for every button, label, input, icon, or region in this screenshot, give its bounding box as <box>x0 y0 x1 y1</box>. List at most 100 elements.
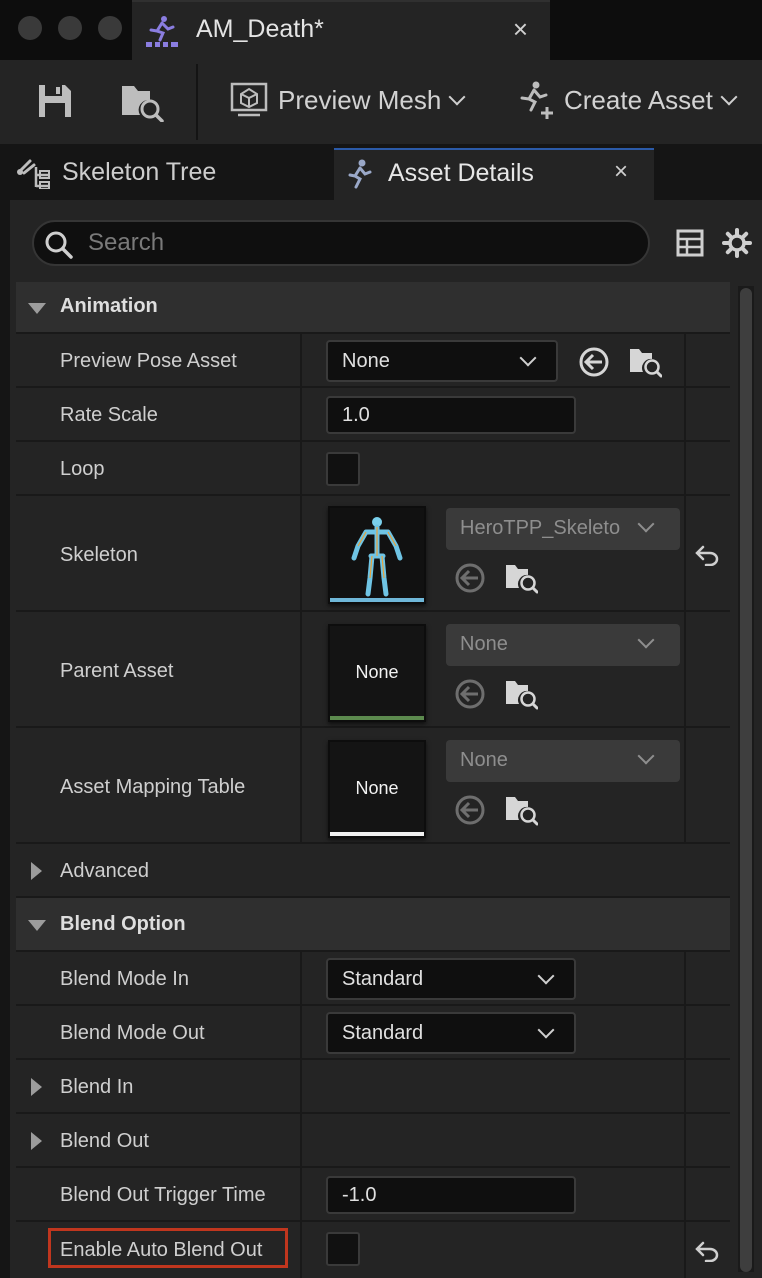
search-icon <box>45 231 73 259</box>
window-minimize-dot[interactable] <box>58 16 82 40</box>
property-row: Asset Mapping Table None None <box>16 728 730 844</box>
expand-arrow-icon <box>31 1078 42 1096</box>
tab-asset-details-label: Asset Details <box>388 159 534 187</box>
tab-skeleton-tree-label: Skeleton Tree <box>62 157 217 186</box>
browse-asset-icon[interactable] <box>504 676 538 710</box>
chevron-down-icon <box>637 515 655 533</box>
create-asset-label: Create Asset <box>564 84 713 115</box>
highlight-box <box>48 1228 288 1268</box>
browse-asset-icon[interactable] <box>504 792 538 826</box>
blend-mode-out-label: Blend Mode Out <box>60 1022 205 1044</box>
asset-mapping-table-label: Asset Mapping Table <box>60 776 246 798</box>
property-row: Preview Pose Asset None <box>16 334 730 388</box>
chevron-down-icon <box>637 631 655 649</box>
asset-mapping-table-value: None <box>460 749 508 771</box>
property-row: Blend Mode Out Standard <box>16 1006 730 1060</box>
collapse-arrow-icon <box>28 303 46 314</box>
window-titlebar: AM_Death* × <box>0 0 762 60</box>
settings-gear-icon[interactable] <box>722 228 752 258</box>
category-animation[interactable]: Animation <box>16 282 730 334</box>
skeleton-combo[interactable]: HeroTPP_Skeleto <box>446 508 680 550</box>
chevron-down-icon <box>448 88 466 106</box>
property-row: Blend Out Trigger Time -1.0 <box>16 1168 730 1222</box>
reset-to-default-icon[interactable] <box>694 1240 720 1262</box>
category-animation-label: Animation <box>60 295 158 317</box>
preview-pose-asset-combo[interactable]: None <box>326 340 558 382</box>
document-tab[interactable]: AM_Death* × <box>132 0 550 60</box>
use-selected-asset-icon <box>455 795 485 825</box>
asset-mapping-table-thumbnail[interactable]: None <box>328 740 426 838</box>
preview-pose-asset-label: Preview Pose Asset <box>60 350 237 372</box>
property-row: Parent Asset None None <box>16 612 730 728</box>
section-blend-in[interactable]: Blend In <box>16 1060 730 1114</box>
use-selected-asset-icon <box>455 679 485 709</box>
section-advanced[interactable]: Advanced <box>16 844 730 898</box>
create-asset-icon <box>520 81 553 119</box>
asset-details-icon <box>348 159 372 189</box>
chevron-down-icon <box>537 967 555 985</box>
blend-mode-out-combo[interactable]: Standard <box>326 1012 576 1054</box>
blend-mode-in-combo[interactable]: Standard <box>326 958 576 1000</box>
search-input[interactable]: Search <box>32 220 650 266</box>
tab-skeleton-tree[interactable]: Skeleton Tree <box>16 144 216 200</box>
blend-mode-in-value: Standard <box>342 968 424 990</box>
collapse-arrow-icon <box>28 920 46 931</box>
blend-out-trigger-time-field[interactable]: -1.0 <box>326 1176 576 1214</box>
close-icon[interactable]: × <box>614 158 628 186</box>
skeleton-label: Skeleton <box>60 544 138 566</box>
preview-mesh-label: Preview Mesh <box>278 84 442 115</box>
loop-checkbox[interactable] <box>326 452 360 486</box>
enable-auto-blend-out-checkbox[interactable] <box>326 1232 360 1266</box>
property-row: Skeleton HeroTPP_Skeleto <box>16 496 730 612</box>
animation-montage-icon <box>146 16 178 47</box>
chevron-down-icon <box>720 88 738 106</box>
parent-asset-thumbnail[interactable]: None <box>328 624 426 722</box>
skeleton-value: HeroTPP_Skeleto <box>460 517 621 539</box>
parent-asset-value: None <box>460 633 508 655</box>
chevron-down-icon <box>537 1021 555 1039</box>
search-placeholder: Search <box>88 229 165 256</box>
loop-label: Loop <box>60 458 105 480</box>
advanced-label: Advanced <box>60 860 149 882</box>
asset-mapping-table-thumb-label: None <box>355 778 399 798</box>
chevron-down-icon <box>519 349 537 367</box>
skeleton-thumbnail[interactable] <box>328 506 426 604</box>
section-blend-out[interactable]: Blend Out <box>16 1114 730 1168</box>
table-view-icon[interactable] <box>676 229 704 257</box>
window-zoom-dot[interactable] <box>98 16 122 40</box>
blend-mode-out-value: Standard <box>342 1022 424 1044</box>
parent-asset-thumb-label: None <box>355 662 399 682</box>
browse-asset-icon[interactable] <box>504 560 538 594</box>
create-asset-button[interactable]: Create Asset <box>514 80 738 120</box>
tab-asset-details[interactable]: Asset Details × <box>334 148 654 200</box>
blend-in-label: Blend In <box>60 1076 134 1098</box>
parent-asset-combo[interactable]: None <box>446 624 680 666</box>
skeleton-mesh-preview <box>351 517 403 597</box>
rate-scale-label: Rate Scale <box>60 404 158 426</box>
blend-out-label: Blend Out <box>60 1130 149 1152</box>
reset-to-default-icon[interactable] <box>694 544 720 566</box>
blend-out-trigger-time-value: -1.0 <box>342 1184 377 1206</box>
close-tab-icon[interactable]: × <box>513 14 528 45</box>
skeleton-tree-icon <box>17 159 50 189</box>
scrollbar-thumb[interactable] <box>740 288 752 1272</box>
preview-mesh-button[interactable]: Preview Mesh <box>230 80 466 120</box>
rate-scale-field[interactable]: 1.0 <box>326 396 576 434</box>
expand-arrow-icon <box>31 1132 42 1150</box>
panel-tab-bar: Skeleton Tree Asset Details × <box>0 144 762 200</box>
toolbar-separator <box>196 64 198 140</box>
window-close-dot[interactable] <box>18 16 42 40</box>
preview-pose-asset-value: None <box>342 350 390 372</box>
use-selected-asset-icon <box>455 563 485 593</box>
save-icon[interactable] <box>36 82 74 120</box>
document-tab-title: AM_Death* <box>196 15 324 43</box>
browse-asset-icon[interactable] <box>628 344 662 378</box>
expand-arrow-icon <box>31 862 42 880</box>
browse-folder-icon[interactable] <box>120 80 164 122</box>
asset-mapping-table-combo[interactable]: None <box>446 740 680 782</box>
category-blend-option[interactable]: Blend Option <box>16 898 730 952</box>
rate-scale-value: 1.0 <box>342 404 370 426</box>
property-row: Rate Scale 1.0 <box>16 388 730 442</box>
property-row: Blend Mode In Standard <box>16 952 730 1006</box>
use-selected-asset-icon[interactable] <box>578 346 610 378</box>
